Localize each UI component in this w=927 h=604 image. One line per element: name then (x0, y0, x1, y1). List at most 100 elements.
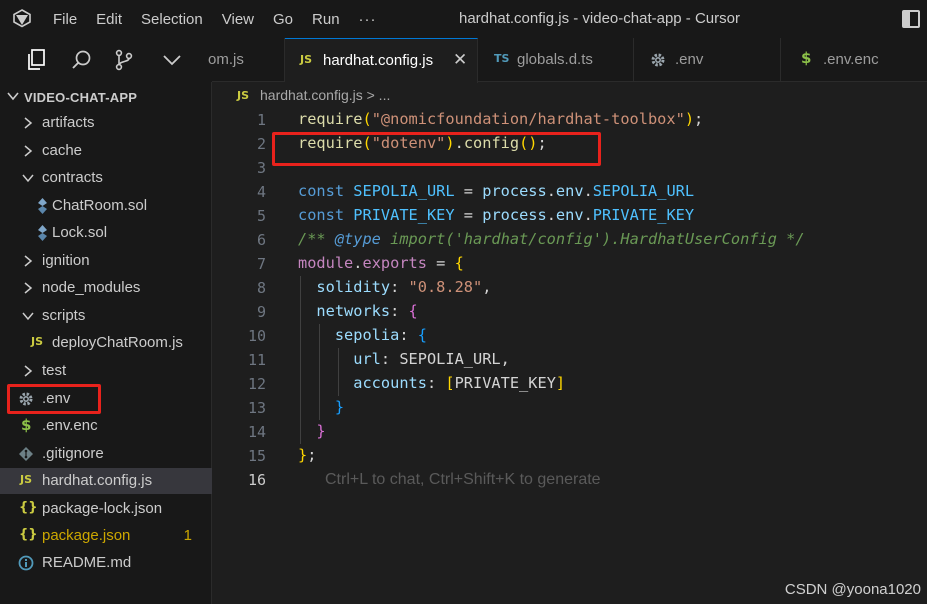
explorer-icon[interactable] (25, 48, 49, 72)
code-line-current: 16 Ctrl+L to chat, Ctrl+Shift+K to gener… (212, 468, 927, 492)
editor-tabs: om.js JS hardhat.config.js ✕ TS globals.… (208, 38, 927, 83)
code-line: 10 sepolia: { (212, 324, 927, 348)
solidity-icon (38, 198, 47, 214)
file-deploychatroom-js[interactable]: JS deployChatRoom.js (0, 330, 212, 356)
watermark: CSDN @yoona1020 (784, 581, 921, 598)
ts-file-icon: TS (494, 52, 510, 65)
code-text: } (334, 398, 345, 416)
folder-contracts[interactable]: contracts (0, 165, 212, 191)
menu-selection[interactable]: Selection (141, 11, 203, 28)
code-text: const SEPOLIA_URL = process.env.SEPOLIA_… (298, 182, 695, 200)
activity-bar (0, 38, 212, 82)
code-line: 7 module.exports = { (212, 252, 927, 276)
file-readme-md[interactable]: README.md (0, 550, 212, 576)
gear-icon (19, 392, 33, 406)
menu-go[interactable]: Go (273, 11, 293, 28)
tab-env-enc[interactable]: $ .env.enc (781, 38, 927, 82)
chevron-right-icon (24, 282, 33, 294)
file-gitignore[interactable]: .gitignore (0, 441, 212, 467)
code-text: solidity: "0.8.28", (316, 278, 492, 296)
folder-artifacts[interactable]: artifacts (0, 110, 212, 136)
code-line: 11 url: SEPOLIA_URL, (212, 348, 927, 372)
chevron-down-icon (22, 312, 34, 321)
folder-test[interactable]: test (0, 358, 212, 384)
tab-globals-d-ts[interactable]: TS globals.d.ts (478, 38, 634, 82)
tab-label: om.js (208, 51, 244, 68)
project-header[interactable]: VIDEO-CHAT-APP (0, 85, 212, 109)
line-number: 13 (247, 399, 266, 417)
code-line: 12 accounts: [PRIVATE_KEY] (212, 372, 927, 396)
file-chatroom-sol[interactable]: ChatRoom.sol (0, 193, 212, 219)
tree-label: hardhat.config.js (42, 472, 153, 489)
code-line: 1 require("@nomicfoundation/hardhat-tool… (212, 108, 927, 132)
js-file-icon: JS (20, 473, 33, 486)
code-text: sepolia: { (334, 326, 427, 344)
close-icon[interactable]: ✕ (453, 50, 467, 70)
line-number: 12 (247, 375, 266, 393)
tree-label: package.json (42, 527, 131, 544)
menu-run[interactable]: Run (312, 11, 340, 28)
cursor-logo-icon (13, 9, 31, 28)
folder-node-modules[interactable]: node_modules (0, 275, 212, 301)
line-number: 16 (247, 471, 266, 489)
chevron-right-icon (24, 365, 33, 377)
line-number: 8 (256, 279, 266, 297)
folder-cache[interactable]: cache (0, 138, 212, 164)
chevron-right-icon (24, 117, 33, 129)
gear-icon (651, 53, 665, 67)
code-line: 14 } (212, 420, 927, 444)
line-number: 11 (247, 351, 266, 369)
search-icon[interactable] (70, 48, 94, 72)
toggle-sidebar-icon[interactable] (902, 10, 920, 28)
chevron-down-icon (7, 92, 19, 101)
code-text: const PRIVATE_KEY = process.env.PRIVATE_… (298, 206, 695, 224)
file-lock-sol[interactable]: Lock.sol (0, 220, 212, 246)
git-icon (19, 447, 33, 461)
menu-view[interactable]: View (222, 11, 254, 28)
tab-label: .env.enc (823, 51, 879, 68)
tree-label: ChatRoom.sol (52, 197, 148, 214)
tree-label: .env.enc (42, 417, 98, 434)
line-number: 5 (256, 207, 266, 225)
code-line: 9 networks: { (212, 300, 927, 324)
tree-label: package-lock.json (42, 500, 163, 517)
menu-file[interactable]: File (53, 11, 77, 28)
code-line: 5 const PRIVATE_KEY = process.env.PRIVAT… (212, 204, 927, 228)
tree-label: .env (42, 390, 71, 407)
menu-edit[interactable]: Edit (96, 11, 122, 28)
file-package-json[interactable]: {} package.json 1 (0, 523, 212, 549)
folder-scripts[interactable]: scripts (0, 303, 212, 329)
file-env[interactable]: .env (0, 386, 212, 412)
code-line: 2 require("dotenv").config(); (212, 132, 927, 156)
line-number: 10 (247, 327, 266, 345)
line-number: 15 (247, 447, 266, 465)
code-editor[interactable]: 1 require("@nomicfoundation/hardhat-tool… (212, 108, 927, 604)
code-text: networks: { (316, 302, 418, 320)
file-hardhat-config-js[interactable]: JS hardhat.config.js (0, 468, 212, 494)
chevron-down-icon[interactable] (160, 48, 184, 72)
line-number: 3 (256, 159, 266, 177)
tree-label: node_modules (42, 279, 141, 296)
code-line: 15 }; (212, 444, 927, 468)
line-number: 14 (247, 423, 266, 441)
tab-hardhat-config[interactable]: JS hardhat.config.js ✕ (285, 38, 478, 83)
tree-label: test (42, 362, 67, 379)
folder-ignition[interactable]: ignition (0, 248, 212, 274)
menu-more[interactable]: ··· (359, 11, 377, 28)
line-number: 2 (256, 135, 266, 153)
tab-deploychatroom[interactable]: om.js (208, 38, 285, 82)
tab-env[interactable]: .env (634, 38, 781, 82)
breadcrumb[interactable]: JS hardhat.config.js > ... (212, 82, 927, 108)
tree-label: cache (42, 142, 83, 159)
title-bar: File Edit Selection View Go Run ··· hard… (0, 0, 927, 38)
file-env-enc[interactable]: $ .env.enc (0, 413, 212, 439)
code-line: 13 } (212, 396, 927, 420)
line-number: 6 (256, 231, 266, 249)
window-title: hardhat.config.js - video-chat-app - Cur… (459, 10, 740, 27)
tree-label: contracts (42, 169, 103, 186)
file-package-lock-json[interactable]: {} package-lock.json (0, 496, 212, 522)
code-line: 6 /** @type import('hardhat/config').Har… (212, 228, 927, 252)
source-control-icon[interactable] (112, 48, 136, 72)
tree-label: .gitignore (42, 445, 104, 462)
line-number: 9 (256, 303, 266, 321)
